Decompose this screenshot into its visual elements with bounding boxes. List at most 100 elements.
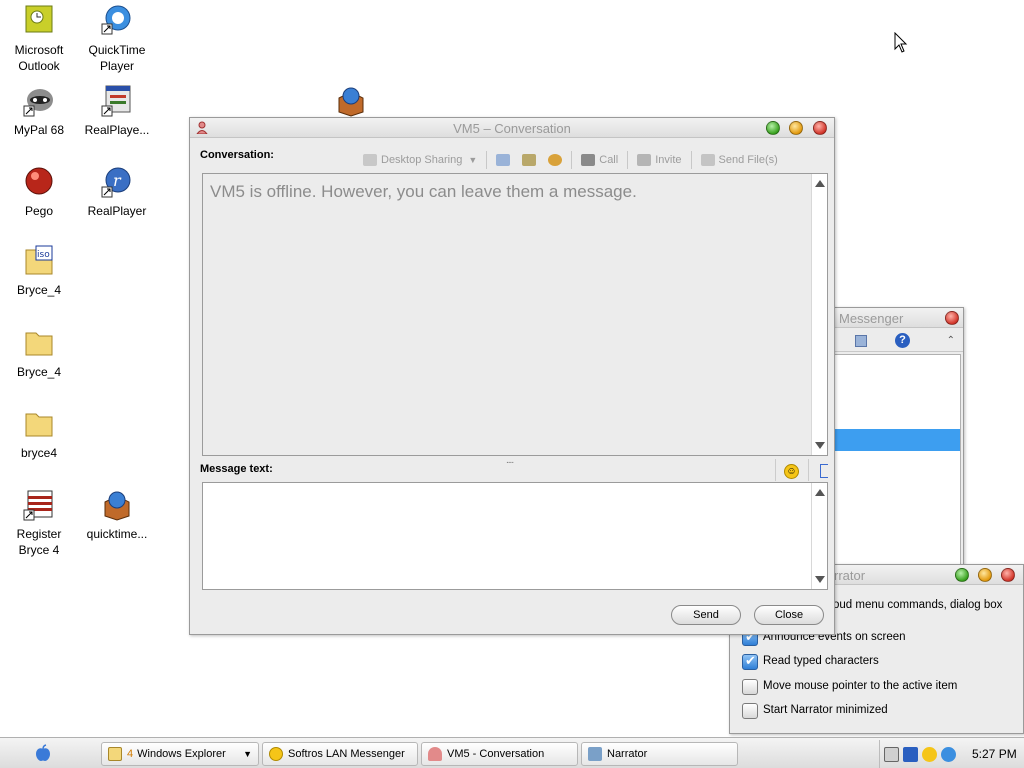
input-indicator-icon[interactable] [903, 746, 918, 762]
narrator-option-checkbox[interactable] [742, 653, 758, 670]
messenger-tray-icon[interactable] [922, 746, 937, 762]
conversation-toolbar: Desktop Sharing ▼ Call Invite Send File(… [357, 148, 784, 172]
desktop-sharing-button[interactable]: Desktop Sharing ▼ [357, 149, 483, 171]
send-button[interactable]: Send [671, 605, 741, 625]
messenger-titlebar[interactable]: Messenger [815, 308, 963, 328]
outlook-icon [22, 4, 56, 38]
contact-info-button[interactable] [516, 149, 542, 171]
icon-label: Bryce_4 [16, 365, 62, 379]
desktop-sharing-label: Desktop Sharing [381, 154, 463, 166]
mouse-cursor-icon [894, 31, 908, 54]
narrator-option-label: Read typed characters [763, 655, 879, 667]
message-input[interactable] [202, 482, 828, 590]
narrator-icon [588, 747, 602, 761]
task-label: Windows Explorer [137, 748, 226, 760]
zoom-button[interactable] [766, 121, 780, 135]
taskbar: 4 Windows Explorer ▼ Softros LAN Messeng… [0, 737, 1024, 768]
history-scrollbar[interactable] [811, 174, 827, 455]
system-tray: 5:27 PM [879, 740, 1024, 768]
narrator-option-label: oud menu commands, dialog box [833, 599, 1003, 611]
register-icon [22, 488, 56, 522]
scroll-up-arrow-icon[interactable] [815, 489, 825, 496]
icon-label: RealPlayer [87, 204, 147, 218]
invite-label: Invite [655, 154, 682, 166]
close-button[interactable]: Close [754, 605, 824, 625]
gear-icon [548, 154, 563, 166]
message-text-label: Message text: [200, 463, 273, 475]
messenger-bubble-icon [269, 747, 283, 761]
desktop-icon-realplayer[interactable]: r RealPlayer [77, 165, 157, 219]
format-button-partial[interactable] [820, 464, 828, 478]
call-button[interactable]: Call [575, 149, 624, 171]
narrator-option-checkbox[interactable] [742, 679, 758, 695]
narrator-title: rrator [834, 568, 866, 583]
splitter-handle[interactable]: .... [506, 455, 514, 466]
icon-label: QuickTime [88, 43, 146, 57]
send-files-button[interactable]: Send File(s) [695, 149, 784, 171]
desktop-icon-bryce-iso[interactable]: iso Bryce_4 [0, 244, 79, 298]
apple-menu-icon[interactable] [34, 744, 52, 762]
pego-icon [22, 165, 56, 199]
task-vm5-conversation[interactable]: VM5 - Conversation [421, 742, 578, 766]
history-button[interactable] [490, 149, 516, 171]
icon-label: Microsoft [14, 43, 64, 57]
raccoon-icon [22, 84, 56, 118]
icon-label: Pego [24, 204, 54, 218]
icon-label: RealPlaye... [84, 123, 150, 137]
narrator-minimize-button[interactable] [978, 568, 992, 582]
narrator-zoom-button[interactable] [955, 568, 969, 582]
task-label: Narrator [607, 748, 648, 760]
message-scrollbar[interactable] [811, 483, 827, 589]
close-window-button[interactable] [813, 121, 827, 135]
task-windows-explorer[interactable]: 4 Windows Explorer ▼ [101, 742, 259, 766]
scroll-up-arrow-icon[interactable] [815, 180, 825, 187]
desktop-icon-realplayer-shortcut[interactable]: RealPlaye... [77, 84, 157, 138]
narrator-option-checkbox[interactable] [742, 703, 758, 719]
desktop-icon-quicktime-player[interactable]: QuickTime Player [77, 4, 157, 74]
messenger-contact-list[interactable]: eral M2 M1 M5 [806, 354, 961, 568]
emoticon-button[interactable]: ☺ [775, 459, 809, 481]
task-narrator[interactable]: Narrator [581, 742, 738, 766]
floating-installer-icon[interactable] [334, 84, 368, 118]
toolbar-separator [571, 151, 573, 169]
icon-label: Outlook [18, 59, 60, 73]
messenger-window[interactable]: Messenger ? ⌃ eral M2 M1 M5 [806, 307, 964, 569]
task-label: VM5 - Conversation [447, 748, 545, 760]
desktop-icon-pego[interactable]: Pego [0, 165, 79, 219]
narrator-close-button[interactable] [1001, 568, 1015, 582]
help-icon[interactable]: ? [895, 333, 910, 348]
task-label: Softros LAN Messenger [288, 748, 405, 760]
conversation-history-pane[interactable]: VM5 is offline. However, you can leave t… [202, 173, 828, 456]
address-book-icon[interactable] [855, 335, 867, 347]
scroll-down-arrow-icon[interactable] [815, 442, 825, 449]
desktop-icon-mypal[interactable]: MyPal 68 [0, 84, 79, 138]
keyboard-icon[interactable] [884, 746, 899, 762]
desktop-icon-quicktime-installer[interactable]: quicktime... [77, 488, 157, 542]
messenger-close-button[interactable] [945, 311, 959, 325]
quicktime-tray-icon[interactable] [941, 746, 956, 762]
invite-button[interactable]: Invite [631, 149, 687, 171]
conversation-label: Conversation: [200, 149, 274, 161]
desktop-icon-register-bryce[interactable]: Register Bryce 4 [0, 488, 79, 558]
narrator-option-label: Start Narrator minimized [763, 704, 888, 716]
scroll-down-arrow-icon[interactable] [815, 576, 825, 583]
collapse-icon[interactable]: ⌃ [947, 335, 955, 346]
person-icon [428, 747, 442, 761]
realplayer-setup-icon [100, 84, 134, 118]
desktop-icon-microsoft-outlook[interactable]: Microsoft Outlook [0, 4, 79, 74]
task-count: 4 [127, 748, 134, 760]
settings-button[interactable] [542, 149, 568, 171]
conversation-titlebar[interactable]: VM5 – Conversation [190, 118, 834, 138]
toolbar-separator [486, 151, 488, 169]
icon-label: bryce4 [20, 446, 58, 460]
desktop-icon-bryce-folder[interactable]: Bryce_4 [0, 326, 79, 380]
icon-label: quicktime... [86, 527, 148, 541]
clock[interactable]: 5:27 PM [972, 747, 1017, 761]
dropdown-arrow-icon[interactable]: ▼ [243, 749, 252, 759]
task-softros-lan-messenger[interactable]: Softros LAN Messenger [262, 742, 418, 766]
iso-file-icon: iso [22, 244, 56, 278]
desktop-icon-bryce4-folder[interactable]: bryce4 [0, 407, 79, 461]
minimize-button[interactable] [789, 121, 803, 135]
installer-box-icon [100, 488, 134, 522]
conversation-window[interactable]: VM5 – Conversation Conversation: Desktop… [189, 117, 835, 635]
